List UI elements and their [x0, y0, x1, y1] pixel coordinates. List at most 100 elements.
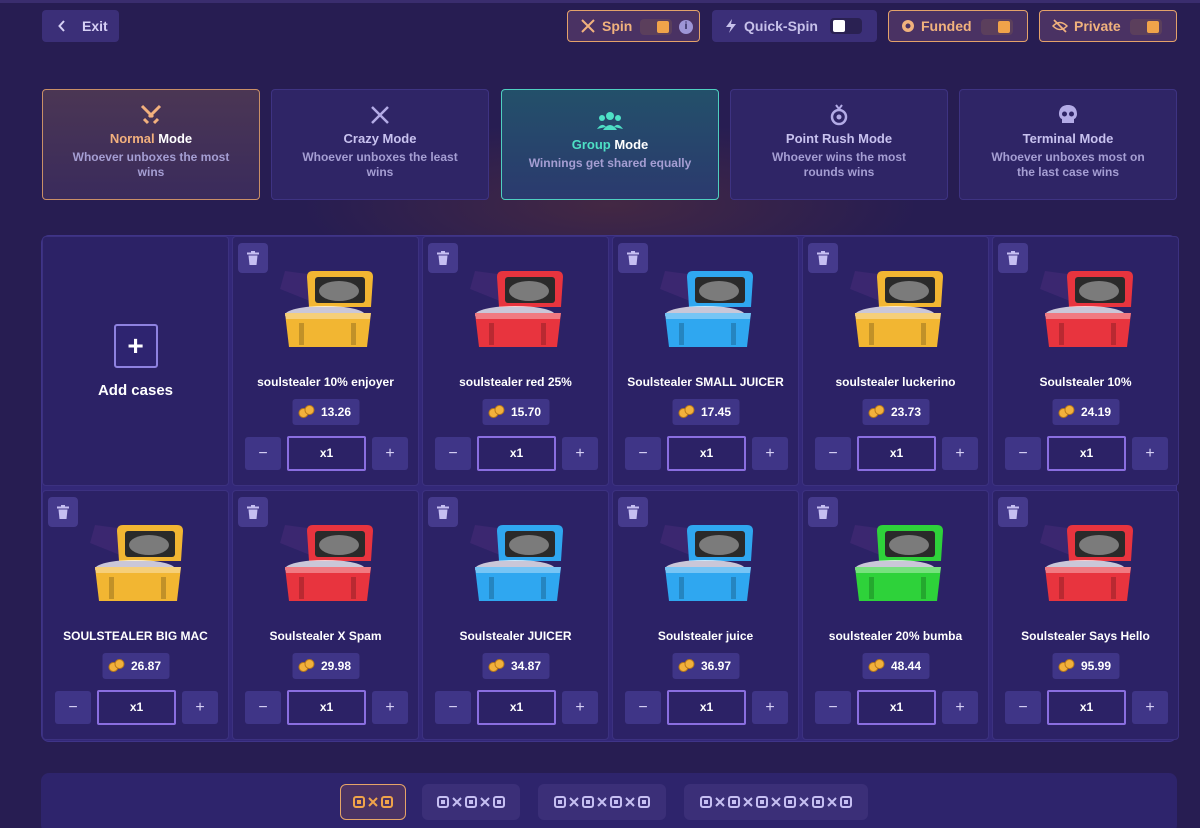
decrease-button[interactable]: − [435, 437, 471, 470]
trash-icon[interactable] [808, 497, 838, 527]
trash-icon[interactable] [618, 243, 648, 273]
coins-icon [677, 659, 694, 673]
quantity-value[interactable]: x1 [857, 436, 936, 471]
info-icon[interactable]: i [679, 20, 693, 34]
increase-button[interactable]: + [182, 691, 218, 724]
mode-title: Group Mode [571, 137, 649, 152]
case-name: Soulstealer juice [657, 629, 754, 643]
mode-point-rush[interactable]: Point Rush Mode Whoever wins the most ro… [730, 89, 948, 200]
player-slot-icon [437, 796, 449, 808]
trash-icon[interactable] [238, 243, 268, 273]
mode-normal[interactable]: Normal Mode Whoever unboxes the most win… [42, 89, 260, 200]
increase-button[interactable]: + [942, 691, 978, 724]
coins-icon [487, 405, 504, 419]
case-chest-image [275, 267, 379, 355]
quantity-stepper: − x1 + [55, 690, 218, 725]
trash-icon[interactable] [428, 243, 458, 273]
trash-icon[interactable] [618, 497, 648, 527]
quantity-value[interactable]: x1 [1047, 690, 1126, 725]
private-switch[interactable] [1130, 19, 1162, 35]
decrease-button[interactable]: − [1005, 691, 1041, 724]
increase-button[interactable]: + [372, 691, 408, 724]
spin-switch[interactable] [640, 19, 672, 35]
trash-icon[interactable] [428, 497, 458, 527]
quantity-value[interactable]: x1 [287, 436, 366, 471]
team-option-4p[interactable] [538, 784, 666, 820]
increase-button[interactable]: + [942, 437, 978, 470]
funded-switch[interactable] [981, 19, 1013, 35]
decrease-button[interactable]: − [815, 437, 851, 470]
mode-desc: Whoever unboxes the least wins [302, 150, 458, 179]
decrease-button[interactable]: − [245, 437, 281, 470]
quantity-value[interactable]: x1 [477, 690, 556, 725]
quantity-value[interactable]: x1 [477, 436, 556, 471]
decrease-button[interactable]: − [625, 691, 661, 724]
increase-button[interactable]: + [1132, 691, 1168, 724]
funded-toggle[interactable]: Funded [888, 10, 1028, 42]
increase-button[interactable]: + [562, 691, 598, 724]
mode-title: Crazy Mode [343, 131, 417, 146]
increase-button[interactable]: + [752, 691, 788, 724]
coins-icon [1057, 405, 1074, 419]
trash-icon[interactable] [808, 243, 838, 273]
case-card: soulstealer 10% enjoyer 13.26 − x1 + [232, 236, 419, 486]
player-slot-icon [465, 796, 477, 808]
mode-title: Normal Mode [109, 131, 193, 146]
decrease-button[interactable]: − [815, 691, 851, 724]
decrease-button[interactable]: − [625, 437, 661, 470]
case-price-value: 29.98 [320, 659, 352, 673]
trash-icon[interactable] [998, 243, 1028, 273]
case-card: Soulstealer 10% 24.19 − x1 + [992, 236, 1179, 486]
case-chest-image [1035, 267, 1139, 355]
decrease-button[interactable]: − [1005, 437, 1041, 470]
case-card: soulstealer 20% bumba 48.44 − x1 + [802, 490, 989, 740]
player-slot-icon [784, 796, 796, 808]
team-option-6p[interactable] [684, 784, 868, 820]
team-option-3p[interactable] [422, 784, 520, 820]
case-price-value: 13.26 [320, 405, 352, 419]
team-option-2p[interactable] [340, 784, 406, 820]
top-border [0, 0, 1200, 3]
case-price-value: 24.19 [1080, 405, 1112, 419]
case-chest-image [845, 521, 949, 609]
coins-icon [297, 405, 314, 419]
spin-toggle[interactable]: Spin i [567, 10, 700, 42]
decrease-button[interactable]: − [245, 691, 281, 724]
quantity-value[interactable]: x1 [667, 690, 746, 725]
mode-terminal[interactable]: Terminal Mode Whoever unboxes most on th… [959, 89, 1177, 200]
quantity-value[interactable]: x1 [97, 690, 176, 725]
trash-icon[interactable] [238, 497, 268, 527]
exit-button[interactable]: Exit [42, 10, 119, 42]
eye-off-icon [1052, 19, 1068, 33]
mode-crazy[interactable]: Crazy Mode Whoever unboxes the least win… [271, 89, 489, 200]
decrease-button[interactable]: − [435, 691, 471, 724]
mode-desc: Whoever wins the most rounds wins [771, 150, 907, 179]
mode-group[interactable]: Group Mode Winnings get shared equally [501, 89, 719, 200]
trash-icon[interactable] [48, 497, 78, 527]
medal-icon [731, 103, 947, 127]
case-price-value: 15.70 [510, 405, 542, 419]
quantity-value[interactable]: x1 [1047, 436, 1126, 471]
player-slot-icon [638, 796, 650, 808]
increase-button[interactable]: + [562, 437, 598, 470]
trash-icon[interactable] [998, 497, 1028, 527]
quick-spin-toggle[interactable]: Quick-Spin [712, 10, 877, 42]
player-slot-icon [812, 796, 824, 808]
quantity-value[interactable]: x1 [287, 690, 366, 725]
add-cases-button[interactable]: + Add cases [42, 236, 229, 486]
player-slot-icon [554, 796, 566, 808]
mode-title: Point Rush Mode [785, 131, 893, 146]
increase-button[interactable]: + [752, 437, 788, 470]
player-slot-icon [353, 796, 365, 808]
case-card: soulstealer red 25% 15.70 − x1 + [422, 236, 609, 486]
case-card: Soulstealer JUICER 34.87 − x1 + [422, 490, 609, 740]
private-toggle[interactable]: Private [1039, 10, 1177, 42]
decrease-button[interactable]: − [55, 691, 91, 724]
quick-spin-switch[interactable] [830, 18, 862, 34]
quantity-value[interactable]: x1 [667, 436, 746, 471]
increase-button[interactable]: + [1132, 437, 1168, 470]
player-slot-icon [582, 796, 594, 808]
player-slot-icon [493, 796, 505, 808]
quantity-value[interactable]: x1 [857, 690, 936, 725]
increase-button[interactable]: + [372, 437, 408, 470]
